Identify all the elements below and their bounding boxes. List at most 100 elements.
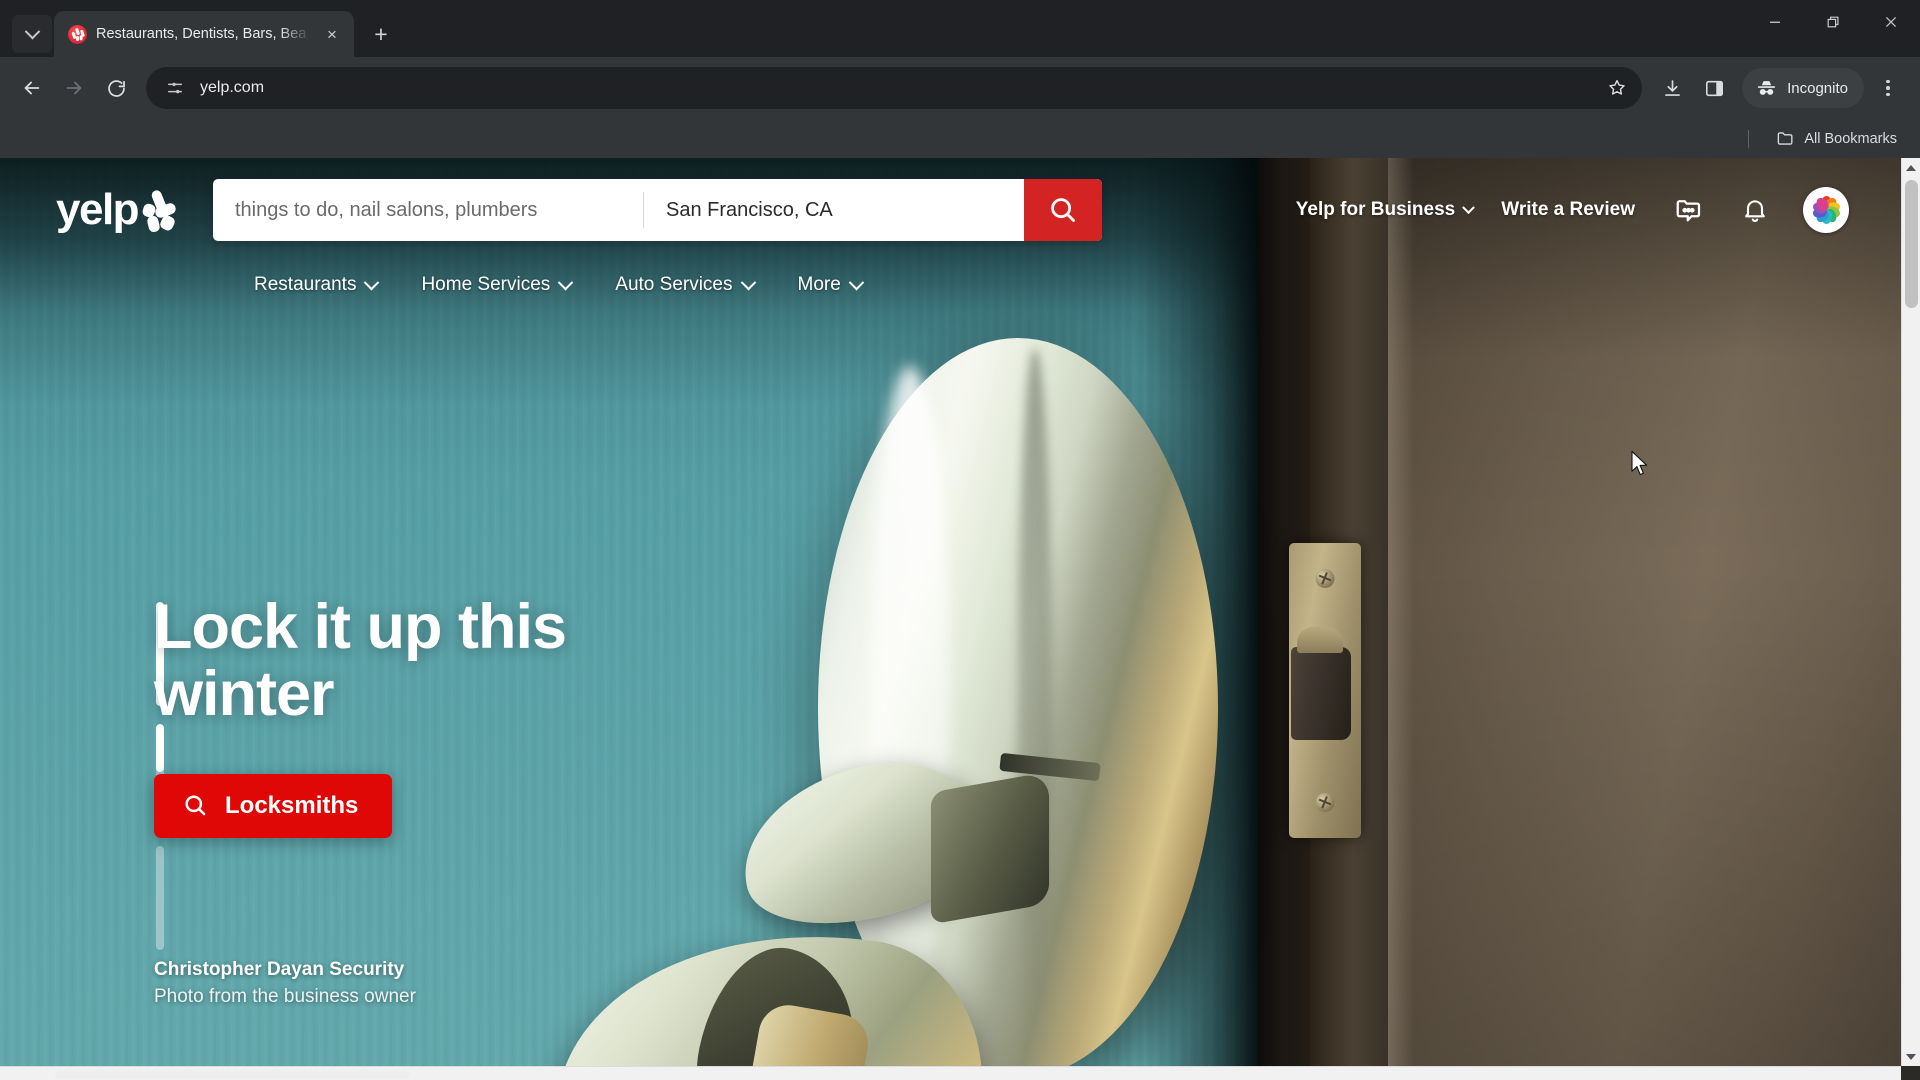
incognito-icon [1757, 80, 1776, 95]
download-icon [1664, 79, 1680, 96]
side-panel-icon [1705, 80, 1723, 96]
search-find-field[interactable] [213, 179, 643, 241]
strike-plate [1289, 543, 1361, 838]
yelp-homepage: yelp things to do, nail salons, plumbers… [0, 158, 1901, 1066]
new-tab-button[interactable]: + [364, 17, 398, 51]
incognito-label: Incognito [1787, 79, 1848, 97]
cta-label: Locksmiths [225, 791, 359, 819]
all-bookmarks-label: All Bookmarks [1804, 130, 1897, 147]
nav-item-auto-services[interactable]: Auto Services [593, 268, 775, 302]
chevron-down-icon [740, 274, 756, 290]
nav-label: Home Services [421, 274, 551, 295]
chrome-menu-button[interactable] [1868, 68, 1908, 108]
nav-label: More [797, 274, 841, 295]
caret-up-icon [1906, 164, 1916, 171]
notifications-button[interactable] [1729, 184, 1781, 236]
vertical-scrollbar-thumb[interactable] [1905, 180, 1918, 308]
yelp-header-right: Yelp for Business Write a Review [1282, 184, 1901, 236]
vertical-scrollbar[interactable] [1901, 158, 1920, 1066]
tab-strip: Restaurants, Dentists, Bars, Bea × + [0, 0, 1920, 57]
divider [1748, 129, 1750, 148]
minimize-window-button[interactable] [1746, 0, 1804, 44]
attribution-source: Photo from the business owner [154, 986, 416, 1007]
nav-label: Auto Services [615, 274, 733, 295]
search-icon [185, 795, 206, 816]
reload-icon [107, 79, 125, 97]
yelp-search-bar [213, 179, 1102, 241]
yelp-for-business-link[interactable]: Yelp for Business [1282, 189, 1487, 231]
location-input[interactable] [666, 198, 1008, 222]
chevron-down-icon [1462, 200, 1476, 214]
nav-item-home-services[interactable]: Home Services [399, 268, 593, 302]
yelp-for-business-label: Yelp for Business [1295, 199, 1456, 220]
yelp-wordmark: yelp [56, 185, 140, 234]
attribution-business-name[interactable]: Christopher Dayan Security [154, 959, 416, 981]
photo-attribution: Christopher Dayan Security Photo from th… [154, 959, 416, 1008]
search-icon [1051, 198, 1075, 222]
yelp-logo[interactable]: yelp [56, 185, 178, 234]
messages-button[interactable] [1663, 184, 1715, 236]
tab-title: Restaurants, Dentists, Bars, Bea [96, 26, 307, 42]
window-controls [1746, 0, 1920, 44]
hero-content: Lock it up this winter Locksmiths [154, 594, 714, 838]
close-icon [1885, 16, 1897, 28]
write-a-review-link[interactable]: Write a Review [1487, 189, 1649, 231]
locksmiths-cta-button[interactable]: Locksmiths [154, 773, 393, 838]
scroll-down-button[interactable] [1902, 1047, 1920, 1066]
chevron-down-icon [364, 274, 380, 290]
horizontal-scrollbar-thumb[interactable] [55, 1070, 410, 1079]
dot [1886, 86, 1890, 90]
side-panel-button[interactable] [1694, 68, 1734, 108]
nav-label: Restaurants [254, 274, 357, 295]
chevron-down-icon [848, 274, 865, 290]
notifications-bell-icon [1745, 200, 1765, 222]
caret-down-icon [1906, 1053, 1916, 1060]
search-submit-button[interactable] [1024, 179, 1102, 241]
slide-indicator-3[interactable] [156, 846, 164, 950]
browser-tab[interactable]: Restaurants, Dentists, Bars, Bea × [54, 11, 354, 57]
thumbturn-stem [930, 771, 1050, 925]
browser-toolbar: yelp.com Incognito [0, 57, 1920, 119]
star-icon [1609, 79, 1625, 95]
yelp-favicon-icon [68, 24, 87, 44]
arrow-right-icon [66, 81, 82, 95]
incognito-indicator[interactable]: Incognito [1742, 68, 1864, 108]
restore-icon [1827, 16, 1839, 28]
close-icon[interactable]: × [320, 22, 344, 46]
avatar-flower-icon [1810, 195, 1842, 225]
horizontal-scrollbar[interactable] [0, 1066, 1901, 1080]
screw-icon [1315, 793, 1335, 812]
bookmarks-bar: All Bookmarks [0, 119, 1920, 158]
forward-button[interactable] [54, 68, 94, 108]
bookmark-star-button[interactable] [1600, 71, 1634, 105]
yelp-site-header: yelp things to do, nail salons, plumbers… [0, 158, 1901, 308]
downloads-button[interactable] [1652, 68, 1692, 108]
maximize-window-button[interactable] [1804, 0, 1862, 44]
address-bar[interactable]: yelp.com [146, 67, 1643, 109]
search-input[interactable] [235, 198, 627, 222]
site-information-button[interactable] [160, 73, 190, 103]
tab-search-button[interactable] [12, 15, 52, 53]
dot [1886, 79, 1890, 84]
nav-item-more[interactable]: More [776, 268, 884, 302]
all-bookmarks-button[interactable]: All Bookmarks [1767, 124, 1906, 154]
tune-icon [167, 82, 183, 94]
back-button[interactable] [12, 68, 52, 108]
page-viewport: yelp things to do, nail salons, plumbers… [0, 158, 1920, 1080]
yelp-category-nav: Restaurants Home Services Auto Services … [0, 262, 1901, 308]
write-a-review-label: Write a Review [1501, 199, 1635, 220]
chrome-browser-window: Restaurants, Dentists, Bars, Bea × + yel… [0, 0, 1920, 1080]
search-location-field[interactable] [644, 179, 1024, 241]
chevron-down-icon [24, 23, 40, 39]
reload-button[interactable] [96, 68, 136, 108]
user-avatar[interactable] [1803, 187, 1849, 233]
screw-icon [1315, 569, 1335, 588]
folder-icon [1778, 132, 1793, 145]
close-window-button[interactable] [1862, 0, 1920, 44]
minimize-icon [1770, 21, 1780, 23]
latch-bolt [1291, 627, 1351, 740]
scroll-up-button[interactable] [1902, 158, 1920, 177]
nav-item-restaurants[interactable]: Restaurants [232, 268, 399, 302]
messages-icon [1676, 200, 1701, 222]
url-text[interactable]: yelp.com [190, 79, 1600, 97]
